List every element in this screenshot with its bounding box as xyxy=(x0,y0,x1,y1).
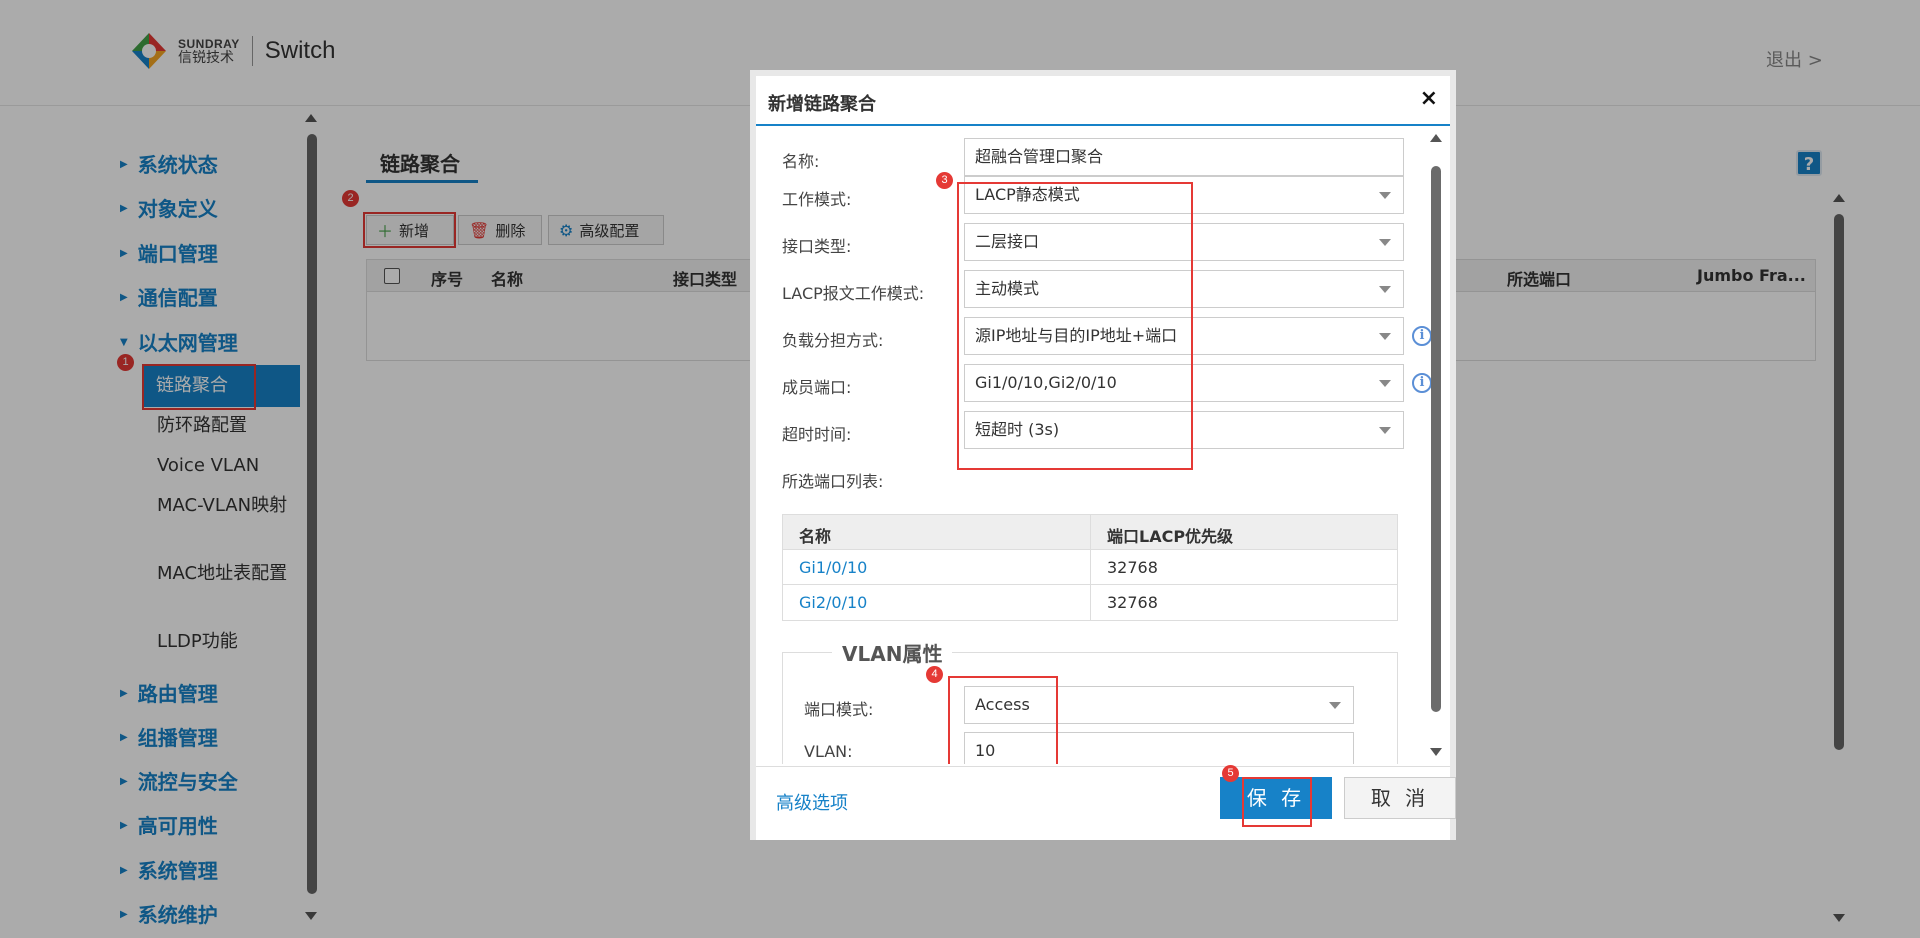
dialog-scroll-thumb[interactable] xyxy=(1431,166,1441,712)
highlight-box-4 xyxy=(948,676,1058,764)
highlight-box-5 xyxy=(1242,777,1312,827)
vlan-label: VLAN: xyxy=(804,742,853,761)
chevron-down-icon xyxy=(1379,427,1391,434)
column-divider xyxy=(1090,550,1091,584)
close-icon[interactable]: × xyxy=(1420,86,1438,111)
chevron-down-icon xyxy=(1379,333,1391,340)
col-lacp-priority: 端口LACP优先级 xyxy=(1107,527,1234,546)
dialog-scrollbar[interactable] xyxy=(1428,128,1444,764)
port-name-link[interactable]: Gi2/0/10 xyxy=(799,593,867,612)
add-link-aggregation-dialog: 新增链路聚合 × 名称: 超融合管理口聚合 工作模式: LACP静态模式 接口类… xyxy=(750,70,1456,840)
timeout-label: 超时时间: xyxy=(782,425,852,444)
chevron-down-icon xyxy=(1379,192,1391,199)
step-badge-3: 3 xyxy=(936,172,953,189)
selected-port-table: 名称 端口LACP优先级 Gi1/0/10 32768 Gi2/0/10 327… xyxy=(782,514,1398,621)
port-priority: 32768 xyxy=(1107,558,1158,577)
chevron-down-icon xyxy=(1379,239,1391,246)
name-label: 名称: xyxy=(782,152,820,171)
work-mode-label: 工作模式: xyxy=(782,190,852,209)
load-balance-label: 负载分担方式: xyxy=(782,331,884,350)
name-input[interactable]: 超融合管理口聚合 xyxy=(964,138,1404,176)
port-priority: 32768 xyxy=(1107,593,1158,612)
interface-type-label: 接口类型: xyxy=(782,237,852,256)
table-row: Gi1/0/10 32768 xyxy=(783,550,1397,585)
column-divider xyxy=(1090,515,1091,549)
chevron-down-icon xyxy=(1329,702,1341,709)
dialog-titlebar: 新增链路聚合 × xyxy=(756,76,1450,126)
member-ports-label: 成员端口: xyxy=(782,378,852,397)
vlan-properties-legend: VLAN属性 xyxy=(832,638,953,667)
col-port-name: 名称 xyxy=(799,527,832,546)
column-divider xyxy=(1090,585,1091,620)
scroll-down-icon[interactable] xyxy=(1430,748,1442,756)
chevron-down-icon xyxy=(1379,286,1391,293)
lacp-mode-label: LACP报文工作模式: xyxy=(782,284,925,303)
selected-port-list-label: 所选端口列表: xyxy=(782,472,884,491)
advanced-options-link[interactable]: 高级选项 xyxy=(776,789,848,815)
highlight-box-3 xyxy=(957,182,1193,470)
chevron-down-icon xyxy=(1379,380,1391,387)
port-name-link[interactable]: Gi1/0/10 xyxy=(799,558,867,577)
scroll-up-icon[interactable] xyxy=(1430,134,1442,142)
dialog-body: 名称: 超融合管理口聚合 工作模式: LACP静态模式 接口类型: 二层接口 L… xyxy=(756,128,1450,764)
dialog-footer: 高级选项 保 存 取 消 5 xyxy=(756,765,1456,840)
table-row: Gi2/0/10 32768 xyxy=(783,585,1397,620)
dialog-title: 新增链路聚合 xyxy=(768,94,876,115)
step-badge-5: 5 xyxy=(1222,765,1239,782)
cancel-button[interactable]: 取 消 xyxy=(1344,777,1456,819)
table-header: 名称 端口LACP优先级 xyxy=(783,515,1397,550)
port-mode-label: 端口模式: xyxy=(804,700,874,719)
step-badge-4: 4 xyxy=(926,666,943,683)
